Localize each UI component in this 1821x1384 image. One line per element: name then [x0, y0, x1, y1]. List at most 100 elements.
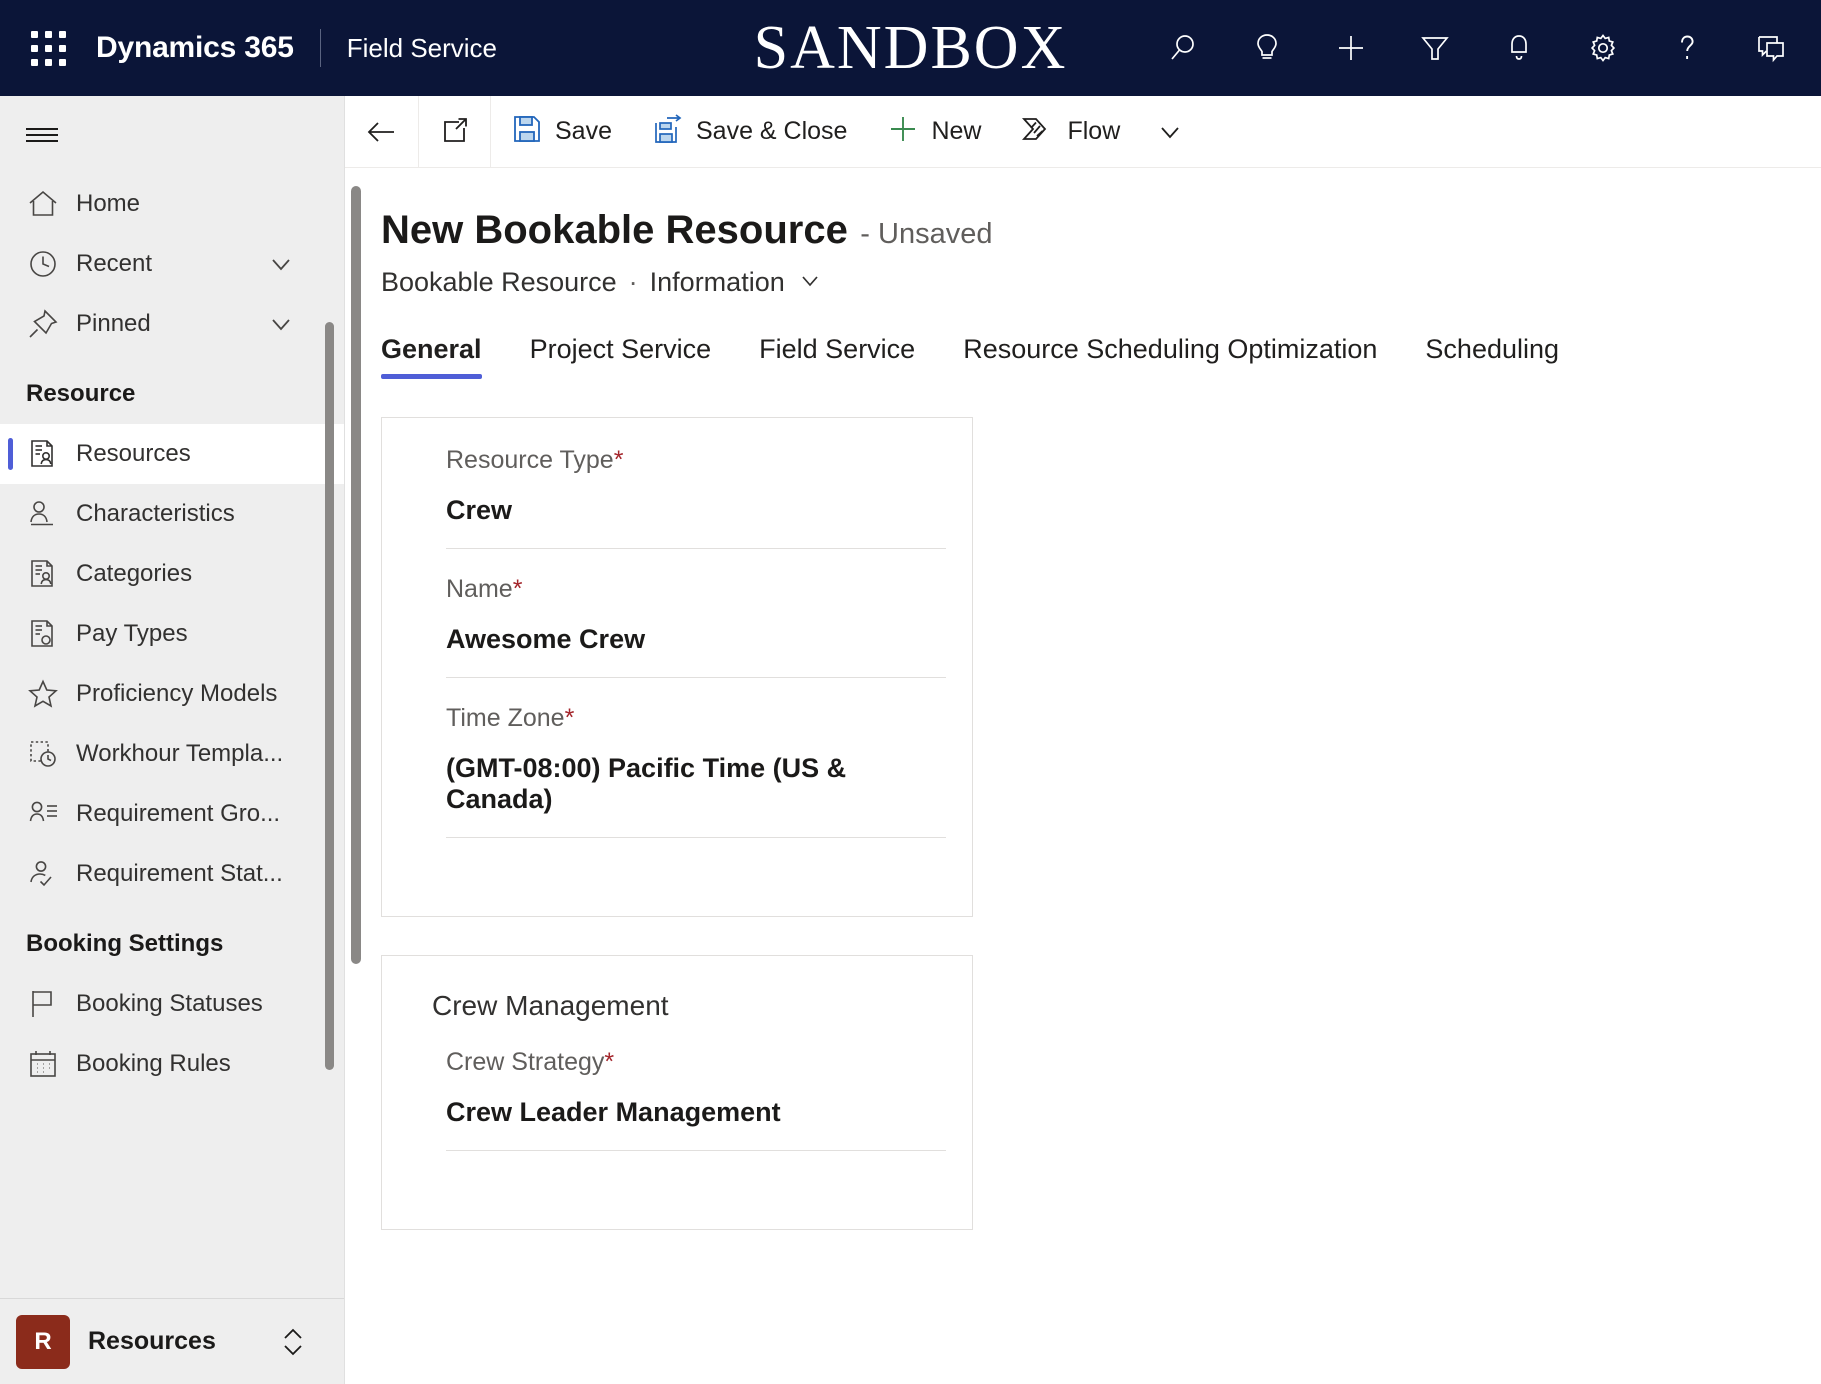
flow-button[interactable]: Flow — [1001, 96, 1140, 168]
sidebar-scrollbar[interactable] — [325, 322, 334, 1070]
main-content: Save Save & Close New Flow New Bookable … — [345, 95, 1821, 1384]
chevron-down-icon[interactable] — [266, 249, 296, 279]
record-state-label: - Unsaved — [860, 218, 993, 250]
calendar-icon — [26, 1047, 76, 1081]
plus-icon[interactable] — [1309, 0, 1393, 96]
search-icon[interactable] — [1141, 0, 1225, 96]
more-commands-button[interactable] — [1140, 96, 1200, 168]
field-label: Time Zone* — [446, 704, 946, 753]
field-value[interactable]: Crew — [446, 495, 946, 549]
sidebar-item-label: Recent — [76, 250, 153, 277]
sidebar-item-workhour-templates[interactable]: Workhour Templa... — [0, 724, 344, 784]
gear-icon[interactable] — [1561, 0, 1645, 96]
sidebar-item-label: Pay Types — [76, 620, 188, 647]
new-button[interactable]: New — [867, 96, 1001, 168]
field-name: Name* Awesome Crew — [408, 549, 946, 678]
sidebar-item-label: Booking Rules — [76, 1050, 231, 1077]
sitemap-sidebar: Home Recent Pinned Resource Resources Ch… — [0, 96, 345, 1384]
area-label: Resources — [88, 1327, 216, 1355]
form-section-crew-management: Crew Management Crew Strategy* Crew Lead… — [381, 955, 973, 1230]
sidebar-item-label: Workhour Templa... — [76, 740, 284, 767]
sidebar-item-categories[interactable]: Categories — [0, 544, 344, 604]
sidebar-item-characteristics[interactable]: Characteristics — [0, 484, 344, 544]
app-launcher-icon[interactable] — [0, 0, 96, 96]
breadcrumb: Bookable Resource · Information — [381, 267, 1821, 298]
lightbulb-icon[interactable] — [1225, 0, 1309, 96]
area-switcher[interactable]: R Resources — [0, 1298, 344, 1384]
workhour-icon — [26, 737, 76, 771]
question-icon[interactable] — [1645, 0, 1729, 96]
field-label-text: Resource Type — [446, 446, 614, 474]
sidebar-item-requirement-groups[interactable]: Requirement Gro... — [0, 784, 344, 844]
tab-scheduling[interactable]: Scheduling — [1401, 334, 1583, 379]
save-button[interactable]: Save — [491, 96, 632, 168]
area-badge: R — [16, 1314, 70, 1369]
clock-icon — [26, 247, 76, 281]
save-icon — [511, 113, 543, 150]
form-selector-chevron-icon[interactable] — [797, 267, 823, 298]
top-navigation-bar: Dynamics 365 Field Service SANDBOX — [0, 0, 1821, 96]
field-label: Crew Strategy* — [446, 1048, 946, 1097]
chevron-down-icon[interactable] — [266, 309, 296, 339]
sidebar-item-booking-statuses[interactable]: Booking Statuses — [0, 974, 344, 1034]
sidebar-item-resources[interactable]: Resources — [0, 424, 344, 484]
sidebar-item-label: Pinned — [76, 310, 151, 337]
tab-resource-scheduling-optimization[interactable]: Resource Scheduling Optimization — [939, 334, 1401, 379]
sidebar-item-requirement-status[interactable]: Requirement Stat... — [0, 844, 344, 904]
field-value[interactable]: Awesome Crew — [446, 624, 946, 678]
sitemap-scroll-area: Home Recent Pinned Resource Resources Ch… — [0, 174, 344, 1298]
flow-label: Flow — [1067, 117, 1121, 145]
breadcrumb-entity[interactable]: Bookable Resource — [381, 267, 617, 298]
hamburger-menu-icon[interactable] — [0, 96, 344, 174]
area-switcher-icon[interactable] — [280, 1322, 306, 1362]
requirement-status-icon — [26, 857, 76, 891]
field-label-text: Crew Strategy — [446, 1048, 605, 1076]
required-indicator: * — [613, 446, 624, 474]
save-and-close-icon — [652, 113, 684, 150]
sidebar-item-proficiency-models[interactable]: Proficiency Models — [0, 664, 344, 724]
required-indicator: * — [604, 1048, 615, 1076]
save-and-close-button[interactable]: Save & Close — [632, 96, 867, 168]
sidebar-item-home[interactable]: Home — [0, 174, 344, 234]
flow-icon — [1021, 113, 1055, 150]
sidebar-item-label: Proficiency Models — [76, 680, 278, 707]
app-root: Dynamics 365 Field Service SANDBOX Home … — [0, 0, 1821, 1384]
bell-icon[interactable] — [1477, 0, 1561, 96]
app-body: Home Recent Pinned Resource Resources Ch… — [0, 95, 1821, 1384]
sidebar-item-label: Resources — [76, 440, 191, 467]
person-line-icon — [26, 497, 76, 531]
back-button[interactable] — [345, 95, 419, 168]
sidebar-item-booking-rules[interactable]: Booking Rules — [0, 1034, 344, 1094]
tab-field-service[interactable]: Field Service — [735, 334, 939, 379]
sidebar-item-label: Home — [76, 190, 141, 217]
pay-type-icon — [26, 617, 76, 651]
plus-icon — [887, 113, 919, 150]
sidebar-item-pinned[interactable]: Pinned — [0, 294, 344, 354]
feedback-icon[interactable] — [1729, 0, 1813, 96]
field-value[interactable]: Crew Leader Management — [446, 1097, 946, 1151]
app-name-label[interactable]: Field Service — [321, 33, 497, 64]
page-title: New Bookable Resource — [381, 208, 848, 252]
sidebar-item-pay-types[interactable]: Pay Types — [0, 604, 344, 664]
tab-general[interactable]: General — [381, 334, 506, 379]
sidebar-item-label: Booking Statuses — [76, 990, 263, 1017]
form-tab-list: General Project Service Field Service Re… — [381, 334, 1821, 379]
resource-icon — [26, 437, 76, 471]
top-icon-group — [1141, 0, 1821, 96]
breadcrumb-form-name[interactable]: Information — [650, 267, 785, 298]
sidebar-group-title-resource: Resource — [26, 380, 136, 407]
open-in-new-window-button[interactable] — [419, 95, 491, 168]
sidebar-item-label: Requirement Stat... — [76, 860, 283, 887]
required-indicator: * — [564, 704, 575, 732]
breadcrumb-separator: · — [628, 267, 638, 297]
field-value[interactable]: (GMT-08:00) Pacific Time (US & Canada) — [446, 753, 946, 838]
tab-project-service[interactable]: Project Service — [506, 334, 736, 379]
filter-icon[interactable] — [1393, 0, 1477, 96]
brand-title[interactable]: Dynamics 365 — [96, 31, 320, 65]
sidebar-item-recent[interactable]: Recent — [0, 234, 344, 294]
required-indicator: * — [512, 575, 523, 603]
home-icon — [26, 187, 76, 221]
form-scrollbar[interactable] — [351, 186, 361, 964]
